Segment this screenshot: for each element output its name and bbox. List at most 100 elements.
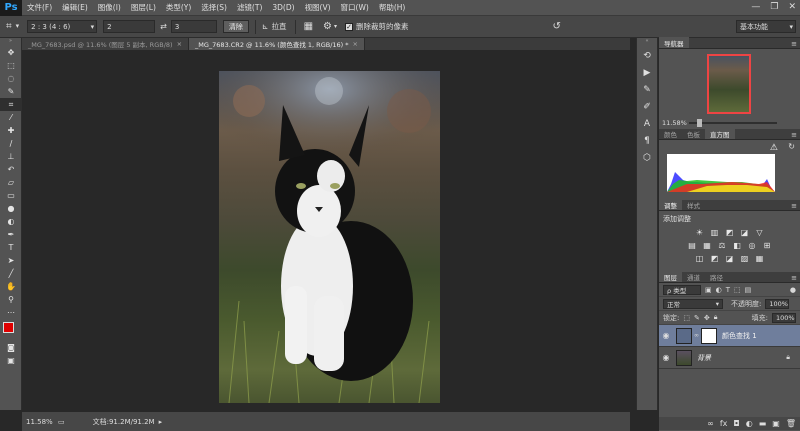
move-tool-icon[interactable]: ✥ — [0, 46, 22, 59]
menu-image[interactable]: 图像(I) — [93, 2, 126, 13]
threshold-icon[interactable]: ◪ — [725, 253, 735, 263]
new-group-icon[interactable]: ▬ — [759, 419, 767, 428]
crop-tool-icon[interactable]: ⌗ — [6, 21, 12, 32]
marquee-tool-icon[interactable]: ⬚ — [0, 59, 22, 72]
color-lookup-icon[interactable]: ▦ — [755, 253, 765, 263]
filter-smart-icon[interactable]: ▤ — [745, 286, 752, 294]
brightness-icon[interactable]: ☀ — [695, 227, 705, 237]
brush-tool-icon[interactable]: ∕ — [0, 137, 22, 150]
navigator-zoom-slider[interactable] — [689, 122, 777, 124]
close-icon[interactable]: × — [177, 40, 182, 48]
tab-navigator[interactable]: 导航器 — [659, 37, 689, 48]
channel-mixer-icon[interactable]: ⊞ — [762, 240, 772, 250]
crop-width-input[interactable]: 2 — [103, 20, 156, 33]
filter-type-icon[interactable]: T — [726, 286, 730, 294]
quick-mask-icon[interactable]: ◙ — [0, 341, 22, 354]
layer-name[interactable]: 背景 — [697, 353, 711, 363]
cat-photo[interactable] — [219, 71, 440, 403]
menu-view[interactable]: 视图(V) — [300, 2, 336, 13]
new-layer-icon[interactable]: ▣ — [772, 419, 780, 428]
gradient-tool-icon[interactable]: ▭ — [0, 189, 22, 202]
panel-grip[interactable]: « — [637, 38, 657, 46]
menu-select[interactable]: 选择(S) — [196, 2, 232, 13]
hand-tool-icon[interactable]: ✋ — [0, 280, 22, 293]
tab-channels[interactable]: 通道 — [682, 271, 705, 282]
black-white-icon[interactable]: ◧ — [732, 240, 742, 250]
menu-window[interactable]: 窗口(W) — [336, 2, 374, 13]
link-layers-icon[interactable]: ∞ — [707, 419, 714, 428]
new-adjustment-icon[interactable]: ◐ — [746, 419, 753, 428]
zoom-tool-icon[interactable]: ⚲ — [0, 293, 22, 306]
actions-icon[interactable]: ▶ — [637, 66, 657, 80]
healing-tool-icon[interactable]: ✚ — [0, 124, 22, 137]
chevron-down-icon[interactable]: ▾ — [334, 23, 337, 30]
lasso-tool-icon[interactable]: ◌ — [0, 72, 22, 85]
fill-input[interactable]: 100% — [772, 312, 796, 323]
straighten-icon[interactable]: ⊾ — [262, 22, 269, 31]
photo-filter-icon[interactable]: ◎ — [747, 240, 757, 250]
blend-mode-select[interactable]: 正常 ▾ — [663, 298, 723, 309]
panel-menu-icon[interactable]: ≡ — [791, 202, 800, 210]
color-balance-icon[interactable]: ⚖ — [717, 240, 727, 250]
lock-all-icon[interactable]: 🔒︎ — [714, 313, 718, 322]
type-tool-icon[interactable]: T — [0, 241, 22, 254]
paragraph-icon[interactable]: ¶ — [637, 134, 657, 148]
navigator-zoom-handle[interactable] — [697, 119, 702, 127]
foreground-color-swatch[interactable] — [3, 322, 14, 333]
canvas-area[interactable] — [22, 50, 630, 410]
tab-layers[interactable]: 图层 — [659, 271, 682, 282]
status-menu-arrow-icon[interactable]: ▸ — [159, 418, 163, 426]
navigator-zoom[interactable]: 11.58% — [662, 119, 687, 127]
menu-layer[interactable]: 图层(L) — [126, 2, 161, 13]
delete-layer-icon[interactable]: 🗑︎ — [786, 419, 796, 428]
vibrance-icon[interactable]: ▤ — [687, 240, 697, 250]
overlay-grid-icon[interactable]: ▦ — [304, 21, 313, 32]
close-button[interactable]: ✕ — [788, 2, 796, 12]
pen-tool-icon[interactable]: ✒ — [0, 228, 22, 241]
document-tab[interactable]: _MG_7683.psd @ 11.6% (图层 5 副本, RGB/8) × — [22, 38, 190, 50]
layer-name[interactable]: 颜色查找 1 — [722, 331, 757, 341]
refresh-icon[interactable]: ↻ — [788, 142, 795, 151]
blur-tool-icon[interactable]: ● — [0, 202, 22, 215]
visibility-eye-icon[interactable]: ◉ — [659, 331, 673, 340]
crop-ratio-select[interactable]: 2 : 3 (4 : 6) ▾ — [27, 20, 98, 33]
layer-filter-select[interactable]: ρ 类型 — [663, 284, 701, 295]
tab-color[interactable]: 颜色 — [659, 128, 682, 139]
add-mask-icon[interactable]: ◘ — [733, 419, 739, 428]
tool-preset-chevron-icon[interactable]: ▾ — [16, 23, 20, 30]
crop-height-input[interactable]: 3 — [170, 20, 217, 33]
tab-styles[interactable]: 样式 — [682, 199, 705, 210]
more-tools-icon[interactable]: ⋯ — [0, 306, 22, 319]
fx-icon[interactable]: fx — [720, 419, 728, 428]
layer-mask-thumbnail[interactable] — [701, 327, 717, 344]
path-select-tool-icon[interactable]: ➤ — [0, 254, 22, 267]
workspace-select[interactable]: 基本功能 ▾ — [736, 20, 796, 33]
swap-icon[interactable]: ⇄ — [160, 22, 167, 31]
tab-histogram[interactable]: 直方图 — [705, 128, 735, 139]
link-icon[interactable]: ∞ — [694, 332, 699, 339]
reset-icon[interactable]: ↺ — [553, 21, 561, 32]
lock-pixels-icon[interactable]: ✎ — [694, 314, 700, 322]
navigator-thumbnail[interactable] — [707, 54, 751, 114]
color-swatches[interactable] — [0, 319, 22, 341]
close-icon[interactable]: × — [353, 40, 358, 48]
dodge-tool-icon[interactable]: ◐ — [0, 215, 22, 228]
status-info-icon[interactable]: ▭ — [58, 418, 65, 426]
crop-tool-icon[interactable]: ⌗ — [0, 98, 22, 111]
tab-adjustments[interactable]: 调整 — [659, 199, 682, 210]
eraser-tool-icon[interactable]: ▱ — [0, 176, 22, 189]
menu-filter[interactable]: 滤镜(T) — [232, 2, 267, 13]
delete-cropped-checkbox[interactable]: ✓ — [345, 22, 353, 31]
straighten-label[interactable]: 拉直 — [272, 21, 287, 32]
panel-menu-icon[interactable]: ≡ — [791, 274, 800, 282]
panel-menu-icon[interactable]: ≡ — [791, 40, 800, 48]
selective-color-icon[interactable]: ▨ — [740, 253, 750, 263]
visibility-eye-icon[interactable]: ◉ — [659, 353, 673, 362]
menu-file[interactable]: 文件(F) — [22, 2, 57, 13]
levels-icon[interactable]: ▥ — [710, 227, 720, 237]
minimize-button[interactable]: — — [751, 2, 760, 12]
lock-position-icon[interactable]: ✥ — [704, 314, 710, 322]
hue-saturation-icon[interactable]: ▦ — [702, 240, 712, 250]
posterize-icon[interactable]: ◩ — [710, 253, 720, 263]
history-icon[interactable]: ⟲ — [637, 49, 657, 63]
